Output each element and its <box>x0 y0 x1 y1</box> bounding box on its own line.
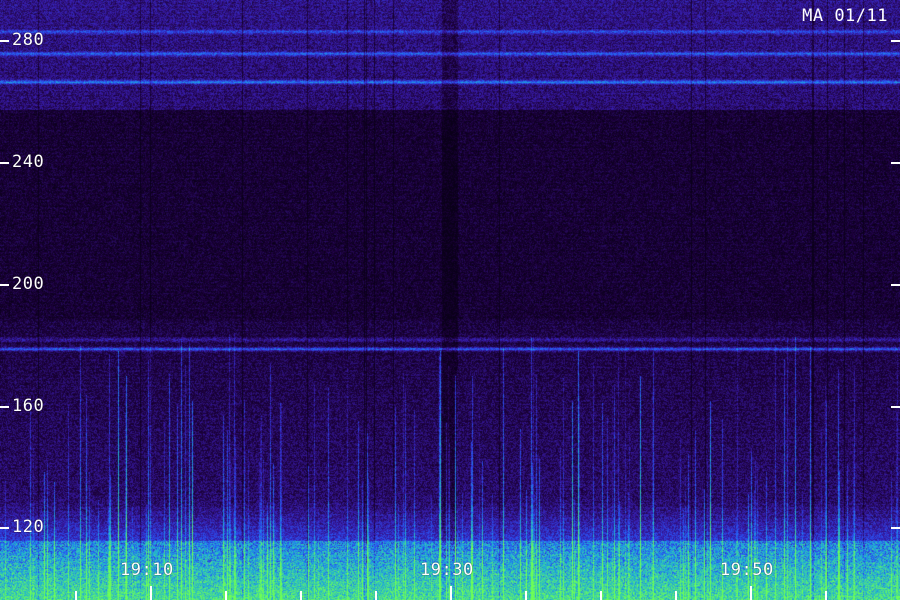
spectrogram-canvas <box>0 0 900 600</box>
